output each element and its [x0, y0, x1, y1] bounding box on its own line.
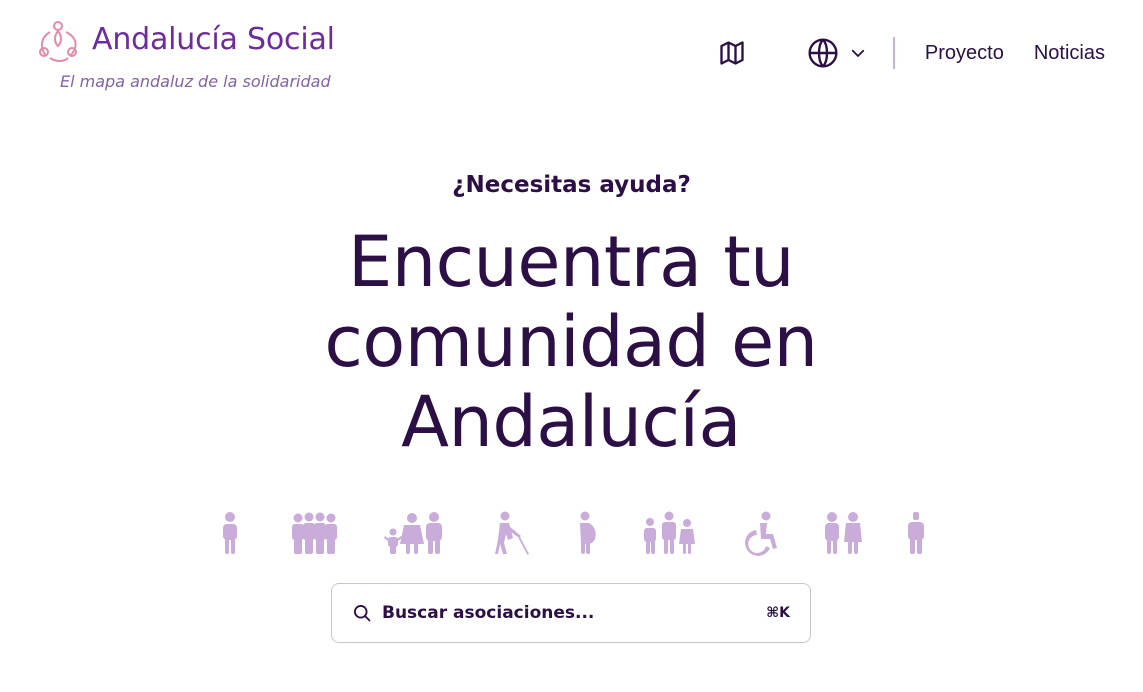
chevron-down-icon: [851, 49, 865, 57]
nav-link-noticias[interactable]: Noticias: [1034, 42, 1105, 65]
nav-link-proyecto[interactable]: Proyecto: [925, 42, 1004, 65]
logo-mark-icon: [39, 21, 77, 62]
children-group-icon: [642, 510, 696, 556]
search-placeholder: Buscar asociaciones...: [382, 603, 595, 623]
child-icon: [906, 510, 926, 556]
map-button[interactable]: [717, 38, 747, 68]
hero-title: Encuentra tu comunidad en Andalucía: [324, 221, 818, 463]
group-icon: [290, 510, 340, 556]
language-selector[interactable]: [807, 37, 867, 69]
hero-kicker: ¿Necesitas ayuda?: [452, 172, 691, 198]
figure-row: [0, 510, 1143, 558]
map-icon: [720, 41, 744, 65]
search-input[interactable]: Buscar asociaciones... ⌘K: [331, 583, 811, 643]
blind-person-icon: [495, 510, 531, 556]
main-nav: Proyecto Noticias: [717, 34, 1105, 72]
wheelchair-icon: [740, 510, 780, 556]
globe-icon: [808, 38, 838, 68]
brand-logo[interactable]: Andalucía Social El mapa andaluz de la s…: [36, 18, 396, 96]
pregnant-person-icon: [574, 510, 600, 556]
search-icon: [354, 605, 371, 622]
person-icon: [217, 510, 243, 556]
family-icon: [384, 510, 448, 556]
brand-name: Andalucía Social: [92, 22, 335, 57]
keyboard-shortcut: ⌘K: [766, 605, 790, 621]
brand-tagline: El mapa andaluz de la solidaridad: [60, 72, 331, 91]
nav-divider: [892, 37, 895, 69]
couple-icon: [822, 510, 864, 556]
